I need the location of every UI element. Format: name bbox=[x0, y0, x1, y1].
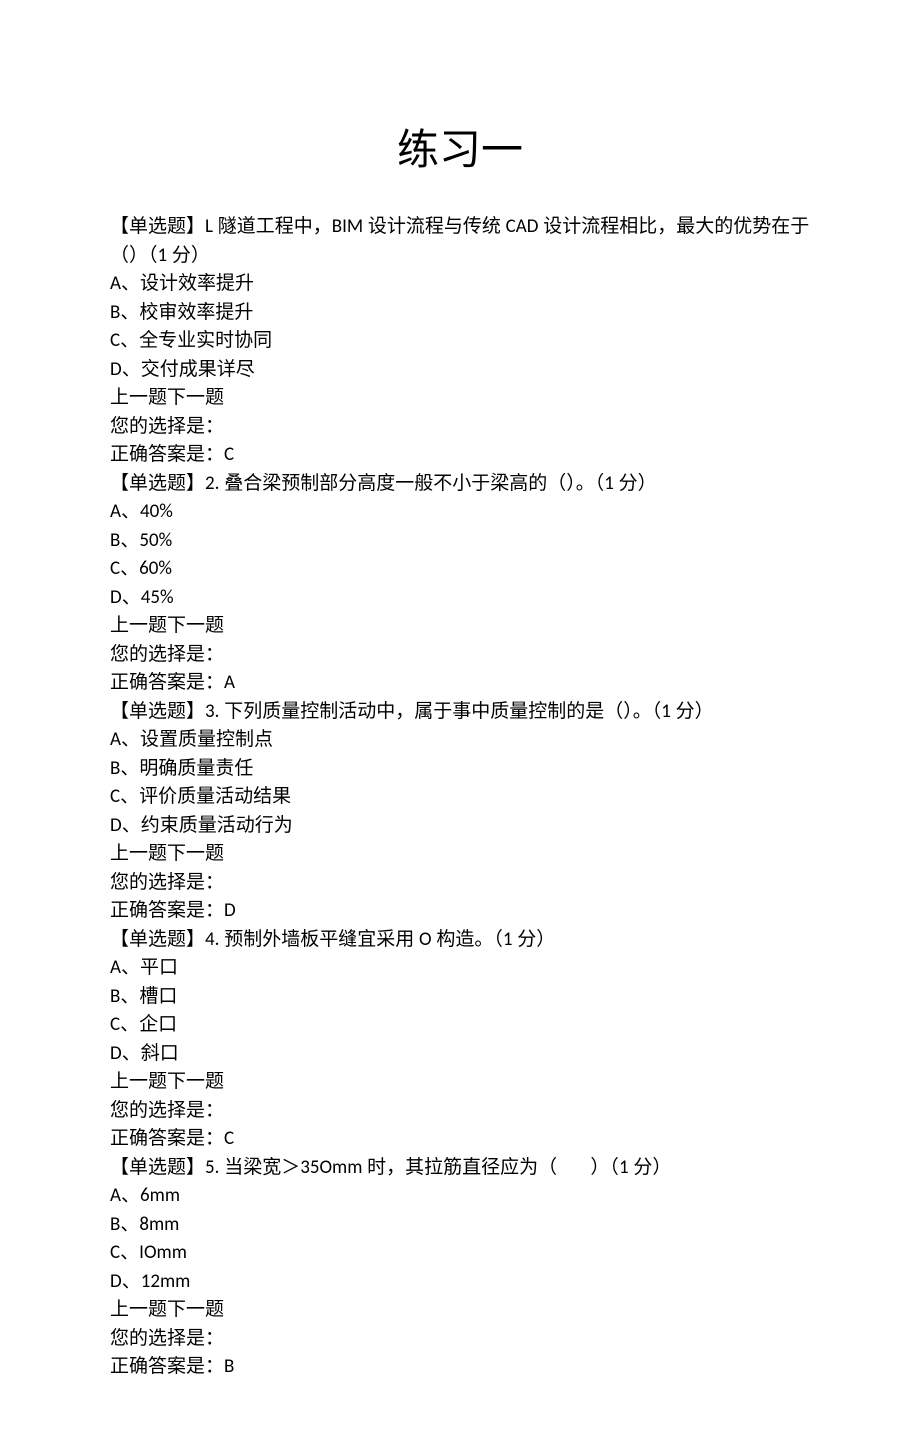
option[interactable]: D、约束质量活动行为 bbox=[110, 812, 810, 841]
your-choice: 您的选择是： bbox=[110, 413, 810, 442]
option[interactable]: D、45% bbox=[110, 584, 810, 613]
question-stem: 【单选题】2. 叠合梁预制部分高度一般不小于梁高的（）。（1 分） bbox=[110, 470, 810, 499]
option[interactable]: B、明确质量责任 bbox=[110, 755, 810, 784]
your-choice: 您的选择是： bbox=[110, 641, 810, 670]
your-choice: 您的选择是： bbox=[110, 1325, 810, 1354]
option[interactable]: B、8mm bbox=[110, 1211, 810, 1240]
question: 【单选题】2. 叠合梁预制部分高度一般不小于梁高的（）。（1 分）A、40%B、… bbox=[110, 470, 810, 698]
option[interactable]: A、6mm bbox=[110, 1182, 810, 1211]
nav-prev-next[interactable]: 上一题下一题 bbox=[110, 612, 810, 641]
option[interactable]: A、设计效率提升 bbox=[110, 270, 810, 299]
option[interactable]: D、12mm bbox=[110, 1268, 810, 1297]
question-stem: 【单选题】4. 预制外墙板平缝宜采用 O 构造。（1 分） bbox=[110, 926, 810, 955]
page-title: 练习一 bbox=[110, 120, 810, 183]
option[interactable]: C、评价质量活动结果 bbox=[110, 783, 810, 812]
option[interactable]: C、IOmm bbox=[110, 1239, 810, 1268]
correct-answer: 正确答案是：D bbox=[110, 897, 810, 926]
your-choice: 您的选择是： bbox=[110, 1097, 810, 1126]
option[interactable]: B、槽口 bbox=[110, 983, 810, 1012]
option[interactable]: C、60% bbox=[110, 555, 810, 584]
option[interactable]: C、全专业实时协同 bbox=[110, 327, 810, 356]
correct-answer: 正确答案是：C bbox=[110, 1125, 810, 1154]
question-stem: 【单选题】5. 当梁宽＞35Omm 时，其拉筋直径应为（ ）（1 分） bbox=[110, 1154, 810, 1183]
question-stem-line2: （）（1 分） bbox=[110, 242, 810, 271]
option[interactable]: B、50% bbox=[110, 527, 810, 556]
option[interactable]: B、校审效率提升 bbox=[110, 299, 810, 328]
nav-prev-next[interactable]: 上一题下一题 bbox=[110, 1296, 810, 1325]
option[interactable]: C、企口 bbox=[110, 1011, 810, 1040]
question: 【单选题】5. 当梁宽＞35Omm 时，其拉筋直径应为（ ）（1 分）A、6mm… bbox=[110, 1154, 810, 1382]
nav-prev-next[interactable]: 上一题下一题 bbox=[110, 1068, 810, 1097]
option[interactable]: A、40% bbox=[110, 498, 810, 527]
question-stem: 【单选题】3. 下列质量控制活动中，属于事中质量控制的是（）。（1 分） bbox=[110, 698, 810, 727]
nav-prev-next[interactable]: 上一题下一题 bbox=[110, 840, 810, 869]
your-choice: 您的选择是： bbox=[110, 869, 810, 898]
correct-answer: 正确答案是：A bbox=[110, 669, 810, 698]
nav-prev-next[interactable]: 上一题下一题 bbox=[110, 384, 810, 413]
option[interactable]: A、平口 bbox=[110, 954, 810, 983]
correct-answer: 正确答案是：C bbox=[110, 441, 810, 470]
option[interactable]: D、交付成果详尽 bbox=[110, 356, 810, 385]
option[interactable]: A、设置质量控制点 bbox=[110, 726, 810, 755]
question: 【单选题】L 隧道工程中，BIM 设计流程与传统 CAD 设计流程相比，最大的优… bbox=[110, 213, 810, 470]
option[interactable]: D、斜口 bbox=[110, 1040, 810, 1069]
correct-answer: 正确答案是：B bbox=[110, 1353, 810, 1382]
questions-container: 【单选题】L 隧道工程中，BIM 设计流程与传统 CAD 设计流程相比，最大的优… bbox=[110, 213, 810, 1382]
question: 【单选题】3. 下列质量控制活动中，属于事中质量控制的是（）。（1 分）A、设置… bbox=[110, 698, 810, 926]
question: 【单选题】4. 预制外墙板平缝宜采用 O 构造。（1 分）A、平口B、槽口C、企… bbox=[110, 926, 810, 1154]
question-stem: 【单选题】L 隧道工程中，BIM 设计流程与传统 CAD 设计流程相比，最大的优… bbox=[110, 213, 810, 242]
